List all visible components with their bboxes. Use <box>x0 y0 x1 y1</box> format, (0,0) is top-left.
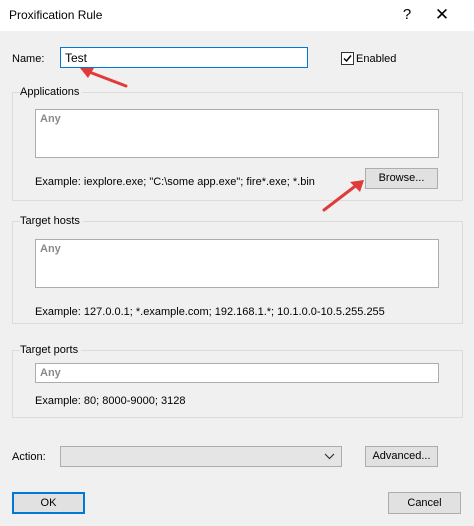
annotation-arrow-icon <box>80 68 128 88</box>
checkmark-icon <box>343 55 352 63</box>
annotation-arrow-icon <box>322 180 364 212</box>
target-hosts-placeholder: Any <box>40 243 61 255</box>
target-ports-group <box>12 350 463 418</box>
target-hosts-group-title: Target hosts <box>20 215 83 227</box>
name-label: Name: <box>12 53 45 65</box>
applications-example: Example: iexplore.exe; "C:\some app.exe"… <box>35 176 315 188</box>
enabled-label: Enabled <box>356 53 397 65</box>
enabled-checkbox[interactable] <box>341 52 354 65</box>
target-ports-placeholder: Any <box>40 367 61 379</box>
window-title: Proxification Rule <box>9 8 103 22</box>
advanced-button[interactable]: Advanced... <box>365 446 438 467</box>
applications-textarea[interactable]: Any <box>35 109 439 158</box>
action-combobox[interactable] <box>60 446 342 467</box>
target-hosts-textarea[interactable]: Any <box>35 239 439 288</box>
target-ports-example: Example: 80; 8000-9000; 3128 <box>35 395 186 407</box>
ok-button[interactable]: OK <box>12 492 85 514</box>
browse-button[interactable]: Browse... <box>365 168 438 189</box>
target-ports-group-title: Target ports <box>20 344 82 356</box>
applications-placeholder: Any <box>40 113 61 125</box>
help-button[interactable]: ? <box>396 4 418 26</box>
close-button[interactable]: ✕ <box>428 2 456 28</box>
title-bar: Proxification Rule ? ✕ <box>0 0 474 31</box>
chevron-down-icon <box>324 453 335 460</box>
target-hosts-example: Example: 127.0.0.1; *.example.com; 192.1… <box>35 306 385 318</box>
target-ports-input[interactable]: Any <box>35 363 439 383</box>
cancel-button[interactable]: Cancel <box>388 492 461 514</box>
action-label: Action: <box>12 451 46 463</box>
